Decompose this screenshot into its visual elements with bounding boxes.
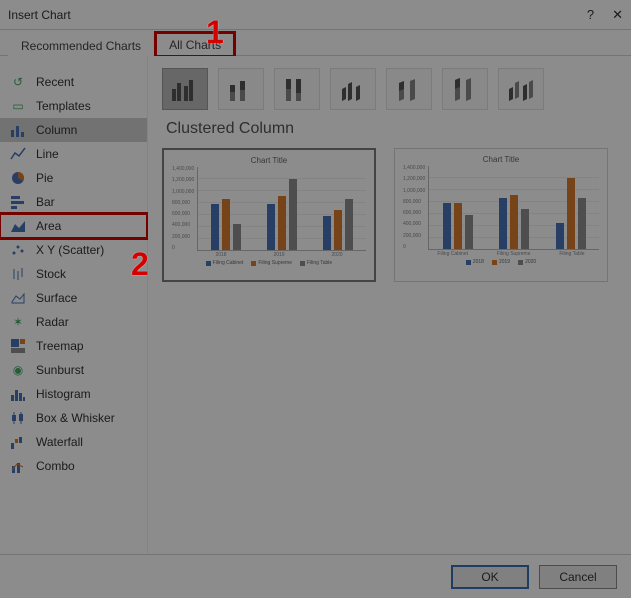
sidebar-item-surface[interactable]: Surface bbox=[0, 286, 147, 310]
scatter-icon bbox=[10, 242, 26, 258]
subtype-3d-clustered-column[interactable] bbox=[330, 68, 376, 110]
boxwhisker-icon bbox=[10, 410, 26, 426]
sidebar-item-column[interactable]: Column bbox=[0, 118, 147, 142]
help-button[interactable]: ? bbox=[587, 7, 594, 22]
treemap-icon bbox=[10, 338, 26, 354]
sidebar-item-combo[interactable]: Combo bbox=[0, 454, 147, 478]
sidebar-item-histogram[interactable]: Histogram bbox=[0, 382, 147, 406]
subtype-row bbox=[162, 68, 617, 110]
subtype-stacked-column[interactable] bbox=[218, 68, 264, 110]
sidebar-item-radar[interactable]: ✶ Radar bbox=[0, 310, 147, 334]
subtype-100-stacked-column[interactable] bbox=[274, 68, 320, 110]
sidebar-item-templates[interactable]: ▭ Templates bbox=[0, 94, 147, 118]
sidebar-item-line[interactable]: Line bbox=[0, 142, 147, 166]
waterfall-icon bbox=[10, 434, 26, 450]
sidebar-item-sunburst[interactable]: ◉ Sunburst bbox=[0, 358, 147, 382]
sidebar-item-scatter[interactable]: X Y (Scatter) bbox=[0, 238, 147, 262]
sidebar: ↺ Recent ▭ Templates Column Line Pie Bar A… bbox=[0, 56, 148, 554]
preview-title: Chart Title bbox=[172, 156, 366, 165]
sidebar-item-label: Templates bbox=[36, 99, 91, 113]
callout-2: 2 bbox=[131, 246, 149, 283]
sidebar-item-label: X Y (Scatter) bbox=[36, 243, 104, 257]
sidebar-item-recent[interactable]: ↺ Recent bbox=[0, 70, 147, 94]
sidebar-item-label: Surface bbox=[36, 291, 77, 305]
radar-icon: ✶ bbox=[10, 314, 26, 330]
close-button[interactable]: ✕ bbox=[612, 7, 623, 23]
tab-recommended-charts[interactable]: Recommended Charts bbox=[8, 34, 154, 56]
subtype-3d-100-stacked-column[interactable] bbox=[442, 68, 488, 110]
subtype-3d-stacked-column[interactable] bbox=[386, 68, 432, 110]
sidebar-item-stock[interactable]: Stock bbox=[0, 262, 147, 286]
cancel-button[interactable]: Cancel bbox=[539, 565, 617, 589]
bar-icon bbox=[10, 194, 26, 210]
sidebar-item-label: Area bbox=[36, 219, 61, 233]
sidebar-item-label: Sunburst bbox=[36, 363, 84, 377]
tabbar: Recommended Charts All Charts bbox=[0, 30, 631, 56]
titlebar: Insert Chart ? ✕ bbox=[0, 0, 631, 30]
footer: OK Cancel bbox=[0, 554, 631, 598]
templates-icon: ▭ bbox=[10, 98, 26, 114]
window-title: Insert Chart bbox=[8, 8, 71, 22]
sidebar-item-label: Box & Whisker bbox=[36, 411, 115, 425]
area-icon bbox=[10, 218, 26, 234]
column-icon bbox=[10, 122, 26, 138]
recent-icon: ↺ bbox=[10, 74, 26, 90]
sidebar-item-label: Stock bbox=[36, 267, 66, 281]
sidebar-item-label: Column bbox=[36, 123, 77, 137]
sidebar-item-pie[interactable]: Pie bbox=[0, 166, 147, 190]
sidebar-item-label: Recent bbox=[36, 75, 74, 89]
line-icon bbox=[10, 146, 26, 162]
sidebar-item-label: Waterfall bbox=[36, 435, 83, 449]
sunburst-icon: ◉ bbox=[10, 362, 26, 378]
sidebar-item-treemap[interactable]: Treemap bbox=[0, 334, 147, 358]
subtype-title: Clustered Column bbox=[166, 120, 617, 138]
sidebar-item-label: Line bbox=[36, 147, 59, 161]
main-pane: Clustered Column Chart Title 1,400,0001,… bbox=[148, 56, 631, 554]
subtype-3d-column[interactable] bbox=[498, 68, 544, 110]
sidebar-item-waterfall[interactable]: Waterfall bbox=[0, 430, 147, 454]
histogram-icon bbox=[10, 386, 26, 402]
sidebar-item-label: Radar bbox=[36, 315, 69, 329]
sidebar-item-label: Treemap bbox=[36, 339, 84, 353]
preview-title: Chart Title bbox=[403, 155, 599, 164]
sidebar-item-label: Combo bbox=[36, 459, 75, 473]
callout-1: 1 bbox=[206, 14, 224, 51]
subtype-clustered-column[interactable] bbox=[162, 68, 208, 110]
sidebar-item-area[interactable]: Area bbox=[0, 214, 147, 238]
chart-preview-2[interactable]: Chart Title 1,400,0001,200,0001,000,0008… bbox=[394, 148, 608, 282]
sidebar-item-boxwhisker[interactable]: Box & Whisker bbox=[0, 406, 147, 430]
sidebar-item-label: Bar bbox=[36, 195, 55, 209]
sidebar-item-label: Histogram bbox=[36, 387, 91, 401]
pie-icon bbox=[10, 170, 26, 186]
sidebar-item-label: Pie bbox=[36, 171, 53, 185]
ok-button[interactable]: OK bbox=[451, 565, 529, 589]
surface-icon bbox=[10, 290, 26, 306]
chart-preview-1[interactable]: Chart Title 1,400,0001,200,0001,000,0008… bbox=[162, 148, 376, 282]
combo-icon bbox=[10, 458, 26, 474]
stock-icon bbox=[10, 266, 26, 282]
sidebar-item-bar[interactable]: Bar bbox=[0, 190, 147, 214]
